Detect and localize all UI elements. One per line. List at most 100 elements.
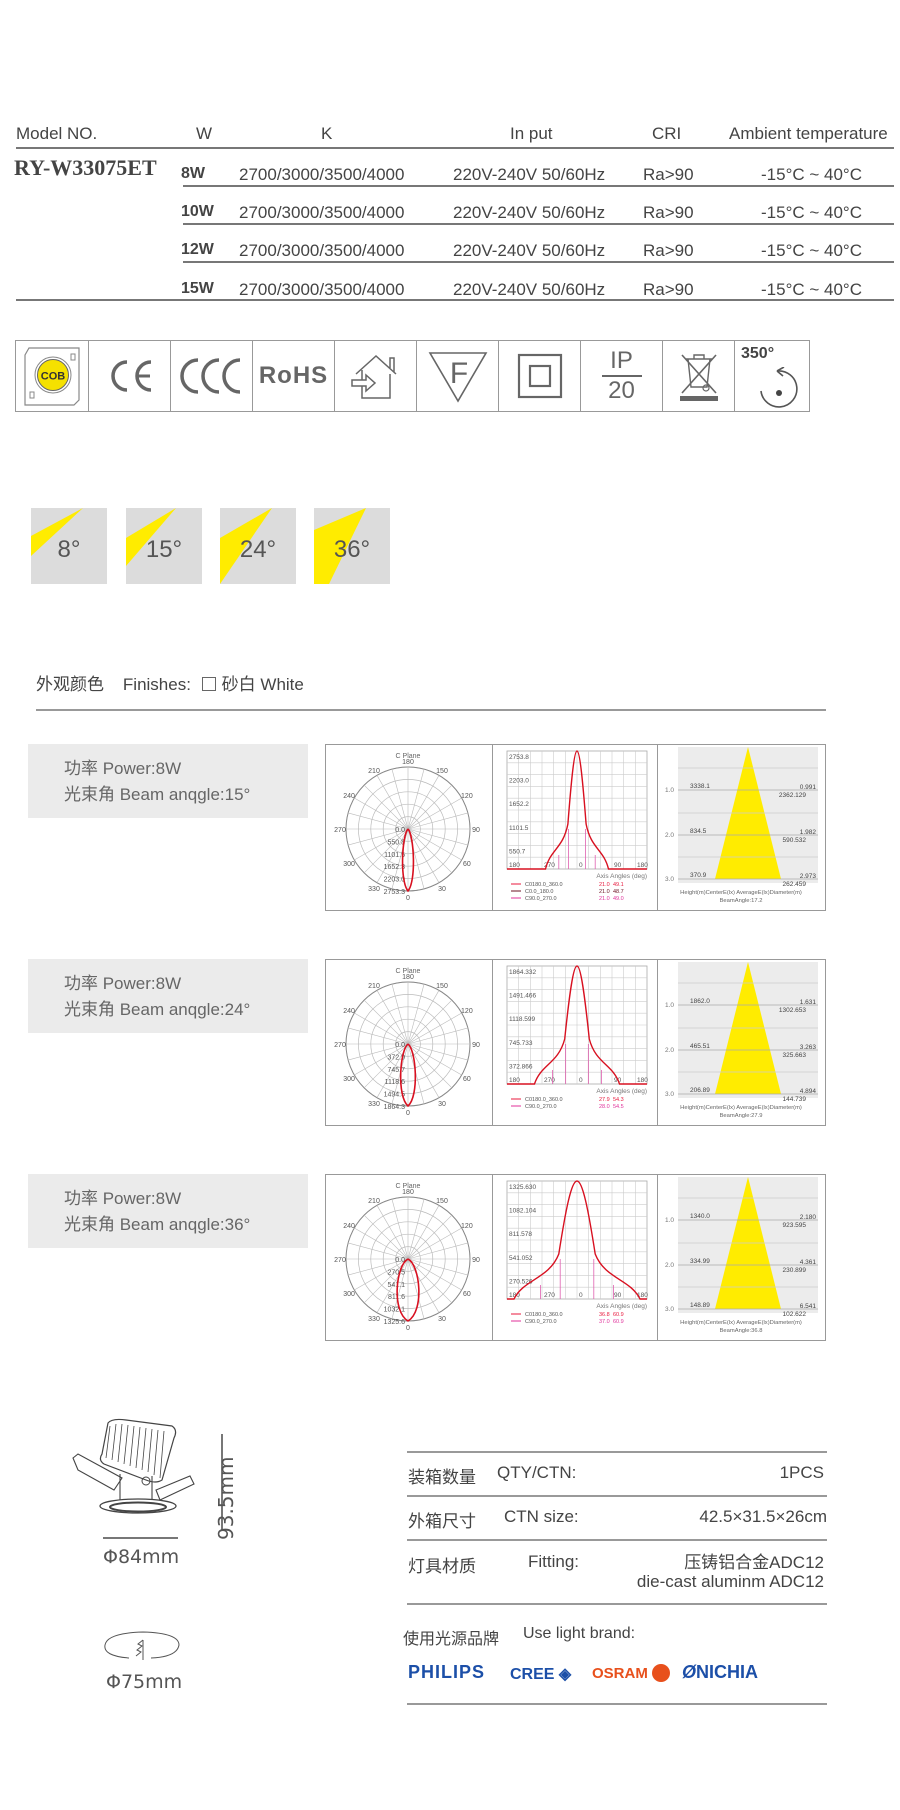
polar-spoke [407,1258,440,1313]
cell-w: 12W [181,241,214,258]
polar-spoke [407,775,440,830]
finish-checkbox[interactable] [201,677,216,691]
polar-angle-label: 120 [461,1008,473,1015]
polar-angle-label: 90 [472,1257,480,1264]
polar-spoke [391,769,409,830]
brand-philips-logo: PHILIPS [408,1662,486,1682]
curve-ytick-label: 541.052 [509,1255,533,1262]
polar-ring-label: 1118.6 [385,1079,405,1086]
svg-text:COB: COB [41,371,66,383]
ccc-mark-icon [171,341,253,411]
qty-label-en: QTY/CTN: [497,1463,577,1482]
cone-average-value: 1302.653 [779,1007,806,1014]
beam-angle-label: 24° [239,536,277,563]
cone-diameter-value: 4.894 [800,1088,817,1095]
cone-center-value: 834.5 [690,828,707,835]
cell-input: 220V-240V 50/60Hz [453,241,606,260]
finishes-label-cn: 外观颜色 [36,675,104,694]
polar-spoke [407,1027,468,1045]
cone-footer-label: Height(m)CenterE(lx) AverageE(lx)Diamete… [680,1320,802,1326]
polar-ring-label: 270.5 [387,1269,405,1276]
beam-text: 光束角 Beam anqgle:36° [64,1215,251,1234]
power-text: 功率 Power:8W [64,1189,182,1208]
legend-value-b: 60.9 [613,1319,624,1325]
polar-spoke [407,1199,425,1260]
header-cri: CRI [652,124,682,143]
cell-ambient: -15°C ~ 40°C [761,280,863,299]
curve-xtick-label: 90 [614,1292,622,1299]
polar-ring-label: 1325.6 [384,1319,406,1326]
cell-cri: Ra>90 [643,241,694,260]
illuminance-cone-chart: 1.0 3338.1 0.991 2362.129 2.0 834.5 1.982 590.5… [657,744,826,911]
illuminance-cone-chart: 1.0 1862.0 1.631 1302.653 2.0 465.51 3.263 325.… [657,959,826,1126]
polar-angle-label: 30 [438,1316,446,1323]
cone-average-value: 230.899 [783,1267,807,1274]
cutout-hole-icon [104,1631,180,1660]
polar-angle-label: 150 [436,983,448,990]
curve-ytick-label: 1652.2 [509,801,529,808]
cone-height-label: 1.0 [665,1002,674,1009]
polar-spoke [376,990,409,1045]
cone-diameter-value: 2.973 [800,873,817,880]
curve-ytick-label: 372.866 [509,1063,533,1070]
polar-spoke [363,1214,409,1260]
polar-spoke [407,784,453,830]
svg-text:F: F [449,357,467,390]
curve-ytick-label: 1491.466 [509,993,536,1000]
cone-center-value: 1862.0 [690,998,710,1005]
polar-angle-label: 180 [402,759,414,766]
polar-angle-label: 210 [368,983,380,990]
cell-w: 15W [181,280,214,297]
fitting-value-cn: 压铸铝合金ADC12 [684,1553,824,1572]
beam-text: 光束角 Beam anqgle:15° [64,785,251,804]
brand-osram-logo: OSRAM [592,1664,670,1682]
legend-value-b: 49.1 [613,882,624,888]
polar-angle-label: 300 [343,1076,355,1083]
table-row: 15W 2700/3000/3500/4000 220V-240V 50/60H… [0,272,900,310]
polar-ring-label: 2203.0 [384,877,406,884]
beam-angle-tile: 8° [31,508,107,584]
table-row: 12W 2700/3000/3500/4000 220V-240V 50/60H… [0,233,900,271]
cell-w: 10W [181,203,214,220]
curve-ytick-label: 270.526 [509,1278,533,1285]
luminaire-drawing-icon [72,1418,195,1514]
intensity-curve-chart: 1864.332 1491.466 1118.599 745.733 372.866 18… [492,959,660,1126]
polar-angle-label: 180 [402,974,414,981]
packing-divider [407,1703,827,1705]
table-bottom-divider [16,299,894,301]
polar-angle-label: 210 [368,768,380,775]
legend-value-a: 21.0 [599,896,610,902]
polar-spoke [407,1043,462,1076]
cone-height-label: 2.0 [665,832,674,839]
cone-diameter-value: 6.541 [800,1303,817,1310]
header-k: K [321,124,333,143]
curve-ytick-label: 2203.0 [509,778,529,785]
cone-diameter-value: 4.361 [800,1259,817,1266]
ctn-size-value: 42.5×31.5×26cm [699,1507,827,1526]
curve-ytick-label: 550.7 [509,848,526,855]
beam-info-label: 功率 Power:8W 光束角 Beam anqgle:24° [28,959,308,1033]
polar-spoke [363,999,409,1045]
curve-xtick-label: 0 [579,1292,583,1299]
curve-axis-label: Axis Angles (deg) [596,1303,647,1310]
polar-spoke [407,828,462,861]
curve-ytick-label: 2753.8 [509,754,529,761]
polar-angle-label: 30 [438,886,446,893]
cell-input: 220V-240V 50/60Hz [453,280,606,299]
legend-name: C0180.0_360.0 [525,1097,563,1103]
legend-name: C90.0_270.0 [525,896,557,902]
beam-angle-tile: 36° [314,508,390,584]
curve-xtick-label: 180 [509,862,520,869]
polar-spoke [407,984,425,1045]
row-divider [183,261,894,263]
cone-height-label: 3.0 [665,876,674,883]
power-text: 功率 Power:8W [64,974,182,993]
legend-value-a: 28.0 [599,1104,610,1110]
ce-mark-icon [89,341,171,411]
cone-center-value: 3338.1 [690,783,710,790]
table-row: 10W 2700/3000/3500/4000 220V-240V 50/60H… [0,195,900,233]
brand-label-cn: 使用光源品牌 [403,1631,500,1648]
cell-input: 220V-240V 50/60Hz [453,165,606,184]
polar-spoke [407,1043,468,1061]
polar-spoke [354,1012,409,1045]
